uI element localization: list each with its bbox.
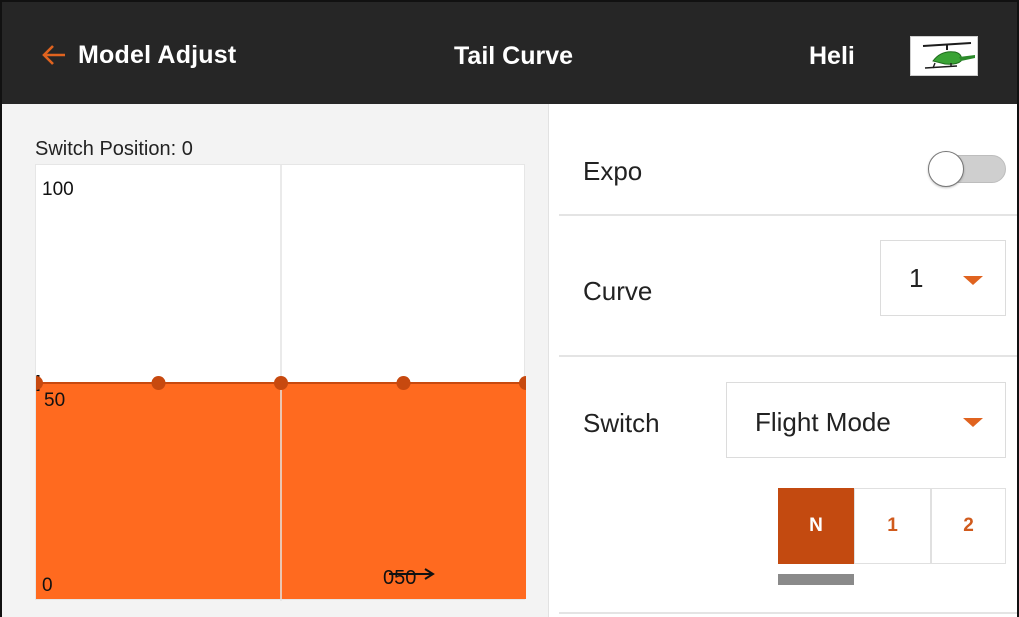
curve-point-3[interactable]: [274, 376, 288, 390]
settings-panel: Expo Curve 1 Switch Flight Mode N 1 2: [548, 104, 1017, 617]
position-tab-2[interactable]: 2: [931, 488, 1006, 564]
input-output-readout: 0 50: [383, 567, 435, 590]
back-button[interactable]: Model Adjust: [40, 38, 236, 72]
divider: [559, 612, 1017, 614]
position-tab-1[interactable]: 1: [854, 488, 931, 564]
helicopter-icon[interactable]: [910, 36, 978, 76]
switch-select[interactable]: Flight Mode: [726, 382, 1006, 458]
curve-label: Curve: [583, 276, 653, 306]
curve-panel: Switch Position: 0 100 50 0 0 50: [2, 104, 548, 617]
back-arrow-icon: [42, 45, 65, 65]
y-axis-max-label: 100: [42, 179, 74, 200]
y-axis-mid-label: 50: [44, 390, 66, 411]
curve-graph[interactable]: 100 50 0 0 50: [35, 164, 526, 601]
expo-toggle-knob: [928, 151, 964, 187]
back-label: Model Adjust: [78, 40, 237, 69]
dropdown-caret-icon: [963, 276, 983, 285]
position-tab-n[interactable]: N: [778, 488, 854, 564]
model-name: Heli: [809, 42, 855, 70]
dropdown-caret-icon: [963, 418, 983, 427]
divider: [559, 214, 1017, 216]
curve-point-4[interactable]: [396, 376, 411, 390]
header-bar: Model Adjust Tail Curve Heli: [2, 2, 1017, 104]
active-position-indicator: [778, 574, 854, 585]
right-arrow-icon: [389, 568, 435, 580]
expo-label: Expo: [583, 156, 643, 186]
curve-select[interactable]: 1: [880, 240, 1006, 316]
y-axis-min-label: 0: [42, 575, 53, 596]
switch-position-label: Switch Position: 0: [35, 138, 193, 160]
divider: [559, 355, 1017, 357]
curve-plot: [36, 165, 526, 601]
screen: Model Adjust Tail Curve Heli Switch Posi…: [0, 0, 1019, 617]
curve-point-2[interactable]: [151, 376, 166, 390]
curve-select-value: 1: [909, 263, 924, 293]
switch-label: Switch: [583, 408, 660, 438]
expo-toggle[interactable]: [924, 149, 1006, 189]
switch-select-value: Flight Mode: [755, 407, 891, 437]
page-title: Tail Curve: [454, 42, 574, 70]
